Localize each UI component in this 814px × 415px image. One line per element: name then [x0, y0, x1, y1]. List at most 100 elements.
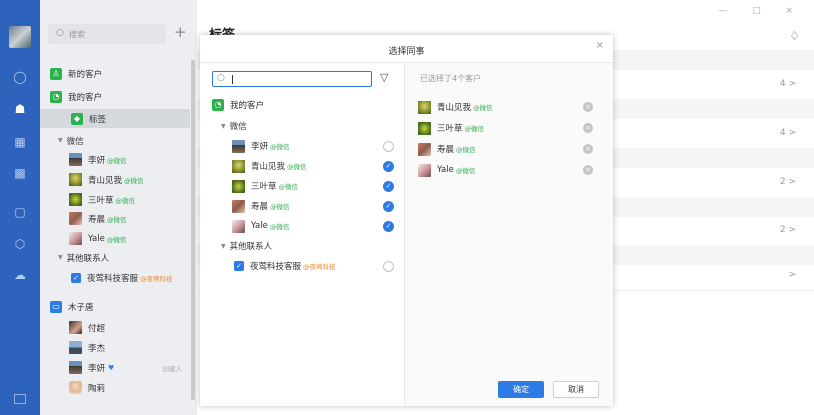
tree-root-my-customers[interactable]: ◔ 我的客户 — [200, 95, 404, 115]
selected-pane: 已选择了4个客户 青山见我 @微信 × 三叶草 @微信 × 寿晨 @微信 × Y… — [405, 63, 613, 406]
avatar — [69, 361, 82, 374]
cancel-button[interactable]: 取消 — [553, 381, 599, 398]
contact-option[interactable]: 青山见我 @微信 ✓ — [200, 156, 404, 176]
group-other-contacts[interactable]: ▼ 其他联系人 — [40, 248, 190, 267]
contact-option[interactable]: Yale @微信 ✓ — [200, 216, 404, 236]
apps-icon[interactable]: ▩ — [13, 166, 27, 180]
search-icon: ○ — [56, 28, 64, 38]
tree-group-other[interactable]: ▼ 其他联系人 — [200, 236, 404, 256]
avatar — [69, 193, 82, 206]
remove-icon[interactable]: × — [583, 165, 593, 175]
contact-option[interactable]: 寿晨 @微信 ✓ — [200, 196, 404, 216]
add-icon[interactable]: + — [174, 24, 187, 40]
member-row[interactable]: 付超 — [40, 318, 190, 337]
search-icon: ○ — [217, 73, 225, 83]
avatar — [69, 153, 82, 166]
radio-unchecked-icon[interactable] — [383, 140, 394, 152]
search-input[interactable]: ○ — [212, 71, 372, 87]
contact-picker-pane: ○ ▽ ◔ 我的客户 ▼ 微信 李妍 @微信 青山见我 @微信 ✓ 三叶草 @微… — [200, 63, 404, 406]
avatar — [418, 163, 431, 177]
bell-icon[interactable]: ♢ — [789, 29, 800, 43]
avatar — [232, 139, 245, 153]
chevron-down-icon: ▼ — [58, 137, 63, 144]
selected-item: Yale @微信 × — [418, 160, 603, 180]
wechat-icon: ◔ — [212, 99, 224, 111]
contacts-icon[interactable]: ☗ — [13, 102, 27, 116]
member-row[interactable]: 李杰 — [40, 338, 190, 357]
contact-row[interactable]: 三叶草 @微信 — [40, 190, 190, 209]
dialog-title: 选择同事 — [388, 47, 425, 57]
tag-icon: ◆ — [71, 112, 83, 125]
verified-icon: ♥ — [108, 363, 115, 372]
left-rail: ◯ ☗ ▦ ▩ ▢ ⬡ ☁ — [0, 0, 40, 415]
selected-count-header: 已选择了4个客户 — [420, 74, 482, 83]
tag-count[interactable]: 2 > — [780, 177, 796, 187]
mail-icon[interactable]: ▢ — [13, 205, 27, 219]
close-icon[interactable]: × — [596, 40, 604, 51]
chat-icon[interactable]: ◯ — [13, 70, 27, 84]
contact-row[interactable]: 李妍 @微信 — [40, 150, 190, 169]
chevron-down-icon: ▼ — [58, 254, 63, 261]
selected-item: 青山见我 @微信 × — [418, 97, 603, 117]
contact-option[interactable]: ✓ 夜莺科技客服 @夜莺科技 — [200, 256, 404, 276]
sidebar-item-new-customers[interactable]: ♙ 新的客户 — [40, 64, 190, 83]
check-circle-icon[interactable]: ✓ — [383, 200, 394, 212]
text-caret — [232, 75, 233, 84]
confirm-button[interactable]: 确定 — [498, 381, 544, 398]
avatar — [232, 199, 245, 213]
new-customer-icon: ♙ — [50, 67, 62, 80]
calendar-icon[interactable]: ▦ — [13, 135, 27, 149]
sidebar-item-tags[interactable]: ◆ 标签 — [40, 109, 190, 128]
contact-row[interactable]: 青山见我 @微信 — [40, 170, 190, 189]
cloud-icon[interactable]: ☁ — [13, 268, 27, 282]
tag-count[interactable]: 4 > — [780, 128, 796, 138]
workbench-icon[interactable]: ⬡ — [13, 237, 27, 251]
chevron-down-icon: ▼ — [221, 242, 226, 250]
checkbox-checked-icon: ✓ — [71, 272, 81, 283]
search-placeholder: 搜索 — [69, 30, 85, 39]
avatar — [418, 121, 431, 135]
check-circle-icon[interactable]: ✓ — [383, 180, 394, 192]
user-avatar[interactable] — [9, 26, 31, 48]
avatar — [69, 341, 82, 354]
avatar — [69, 321, 82, 334]
avatar — [69, 173, 82, 186]
check-circle-icon[interactable]: ✓ — [383, 160, 394, 172]
contact-row[interactable]: ✓ 夜莺科技客服 @夜莺科技 — [40, 268, 190, 287]
member-row[interactable]: 陶莉 — [40, 378, 190, 397]
tree-group-wechat[interactable]: ▼ 微信 — [200, 116, 404, 136]
selected-item: 寿晨 @微信 × — [418, 139, 603, 159]
search-box[interactable]: ○ 搜索 — [48, 24, 166, 44]
tag-count[interactable]: 4 > — [780, 79, 796, 89]
check-circle-icon[interactable]: ✓ — [383, 220, 394, 232]
contact-option[interactable]: 三叶草 @微信 ✓ — [200, 176, 404, 196]
contact-row[interactable]: Yale @微信 — [40, 229, 190, 248]
member-row[interactable]: 李妍 ♥ 创建人 — [40, 358, 190, 377]
radio-unchecked-icon[interactable] — [383, 260, 394, 272]
group-wechat[interactable]: ▼ 微信 — [40, 131, 190, 150]
selected-item: 三叶草 @微信 × — [418, 118, 603, 138]
select-colleague-dialog: 选择同事 × ○ ▽ ◔ 我的客户 ▼ 微信 李妍 @微信 青山见我 @微信 ✓ — [200, 35, 613, 406]
filter-icon[interactable]: ▽ — [380, 71, 388, 84]
sidebar-item-org[interactable]: ▭ 木子唐 — [40, 297, 190, 316]
more-icon[interactable] — [14, 394, 26, 404]
avatar — [232, 179, 245, 193]
remove-icon[interactable]: × — [583, 144, 593, 154]
avatar — [418, 142, 431, 156]
folder-icon: ▭ — [50, 300, 62, 313]
sidebar-item-my-customers[interactable]: ◔ 我的客户 — [40, 87, 190, 106]
contact-row[interactable]: 寿晨 @微信 — [40, 209, 190, 228]
avatar — [69, 381, 82, 394]
avatar — [69, 232, 82, 245]
contact-option[interactable]: 李妍 @微信 — [200, 136, 404, 156]
tag-count[interactable]: 2 > — [780, 225, 796, 235]
tag-count[interactable]: > — [788, 270, 796, 280]
wechat-icon: ◔ — [50, 90, 62, 103]
checkbox-checked-icon: ✓ — [234, 261, 244, 271]
sidebar: ○ 搜索 + ♙ 新的客户 ◔ 我的客户 ◆ 标签 ▼ 微信 李妍 @微信 青山… — [40, 0, 197, 415]
sidebar-scrollbar[interactable] — [191, 60, 195, 400]
window-controls[interactable]: — □ × — [718, 6, 804, 16]
chevron-down-icon: ▼ — [221, 122, 226, 130]
remove-icon[interactable]: × — [583, 102, 593, 112]
remove-icon[interactable]: × — [583, 123, 593, 133]
